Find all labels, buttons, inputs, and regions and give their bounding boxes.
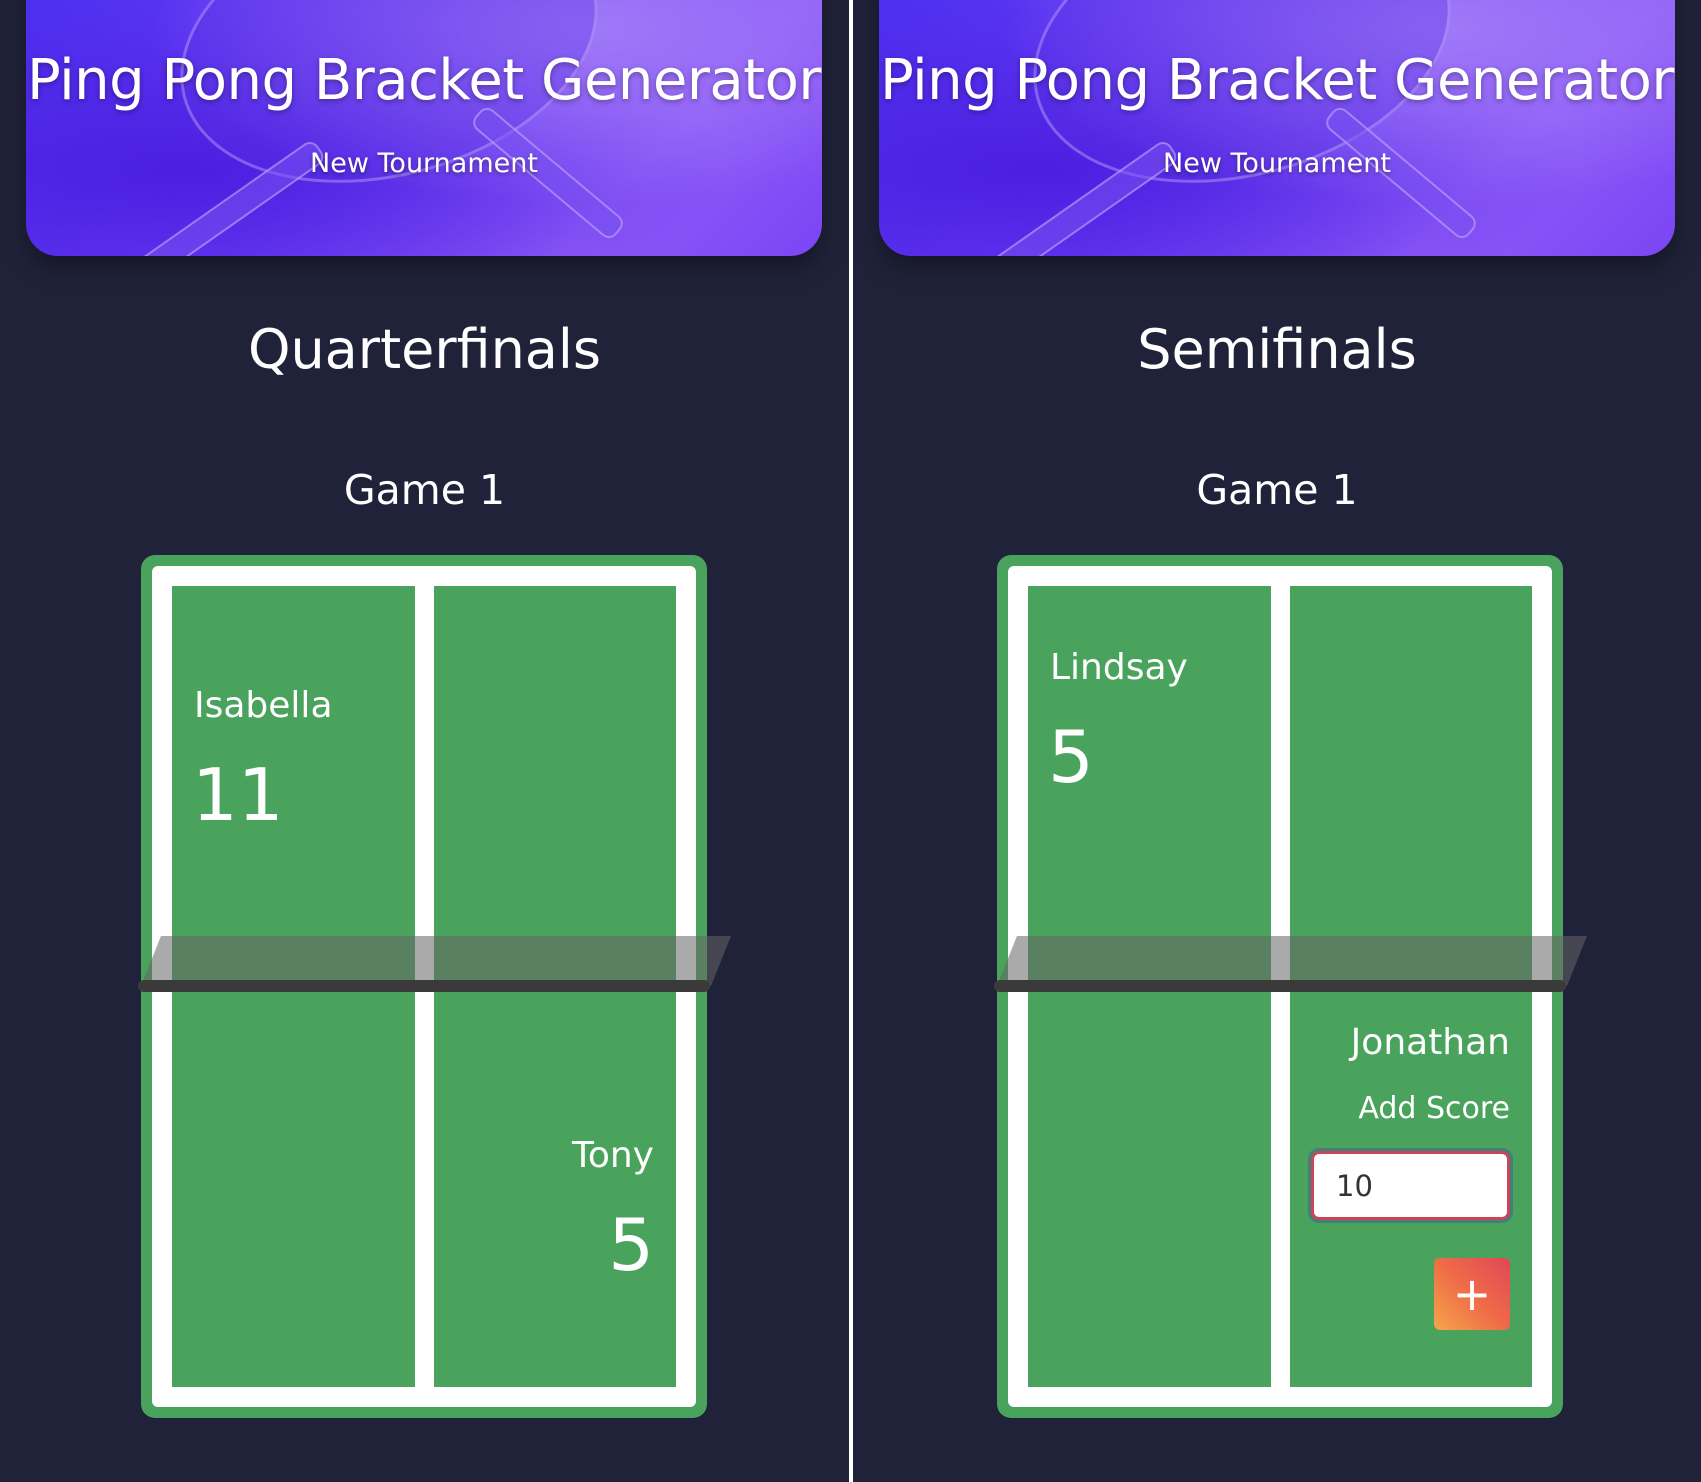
header-banner: Ping Pong Bracket Generator New Tourname… [879,0,1675,256]
net-shadow [997,936,1587,986]
player-bottom-name: Jonathan [1350,1022,1510,1063]
game-title: Game 1 [1196,466,1358,514]
quarterfinals-screen: Ping Pong Bracket Generator New Tourname… [0,0,849,1482]
player-top-name: Isabella [194,685,333,726]
player-top-score: 11 [192,753,284,837]
score-input[interactable] [1311,1151,1510,1220]
table-net [994,980,1566,992]
ping-pong-table: Lindsay 5 Jonathan Add Score + [994,555,1587,1418]
player-bottom-score: 5 [608,1203,654,1287]
new-tournament-link[interactable]: New Tournament [26,148,822,179]
game-title: Game 1 [343,466,506,514]
net-shadow [141,936,731,986]
ping-pong-table: Isabella 11 Tony 5 [138,555,731,1418]
app-title: Ping Pong Bracket Generator [880,48,1674,113]
app-title: Ping Pong Bracket Generator [27,48,821,113]
semifinals-screen: Ping Pong Bracket Generator New Tourname… [853,0,1701,1482]
add-score-label: Add Score [1358,1091,1510,1126]
player-bottom-name: Tony [571,1135,654,1176]
player-top-name: Lindsay [1050,647,1188,688]
table-net [138,980,710,992]
round-title: Quarterfinals [247,318,602,381]
player-top-score: 5 [1048,715,1094,799]
header-banner: Ping Pong Bracket Generator New Tourname… [26,0,822,256]
round-title: Semifinals [1137,318,1417,381]
add-score-button[interactable]: + [1434,1258,1510,1330]
new-tournament-link[interactable]: New Tournament [879,148,1675,179]
